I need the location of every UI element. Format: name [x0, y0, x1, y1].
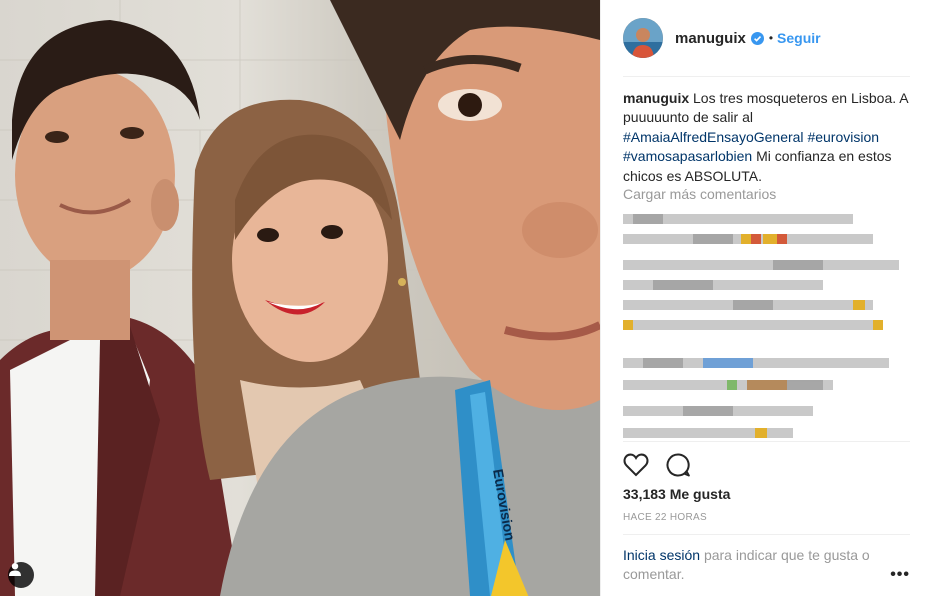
verified-badge-icon — [750, 31, 764, 45]
hashtag-link[interactable]: #AmaiaAlfredEnsayoGeneral — [623, 129, 804, 145]
like-button[interactable] — [623, 452, 649, 478]
avatar[interactable] — [623, 18, 663, 58]
comment-button[interactable] — [665, 452, 691, 478]
selfie-illustration: Eurovision — [0, 0, 600, 596]
instagram-post: Eurovision manuguix • Seguir manuguix Lo… — [0, 0, 932, 596]
post-photo[interactable]: Eurovision — [0, 0, 600, 596]
blurred-comments-image — [623, 214, 899, 438]
post-sidebar: manuguix • Seguir manuguix Los tres mosq… — [600, 0, 932, 596]
heart-icon — [623, 453, 649, 477]
follow-button[interactable]: Seguir — [777, 30, 821, 46]
hashtag-link[interactable]: #eurovision — [807, 129, 879, 145]
post-header: manuguix • Seguir — [623, 0, 910, 77]
comment-bubble-icon — [666, 453, 690, 477]
avatar-image — [623, 18, 663, 58]
likes-count[interactable]: 33,183 Me gusta — [623, 486, 730, 502]
login-prompt: Inicia sesión para indicar que te gusta … — [623, 546, 892, 584]
section-divider — [623, 441, 910, 442]
login-link[interactable]: Inicia sesión — [623, 547, 700, 563]
header-separator: • — [768, 31, 774, 45]
user-tag-icon — [9, 563, 21, 576]
more-options-icon[interactable]: ••• — [890, 566, 910, 584]
post-username[interactable]: manuguix — [675, 30, 746, 47]
post-actions — [623, 452, 691, 478]
load-more-comments[interactable]: Cargar más comentarios — [623, 186, 776, 202]
user-tag-button[interactable] — [8, 562, 34, 588]
pixelated-comments — [623, 210, 909, 438]
section-divider — [623, 534, 910, 535]
hashtag-link[interactable]: #vamosapasarlobien — [623, 148, 752, 164]
caption-username[interactable]: manuguix — [623, 90, 689, 106]
post-caption: manuguix Los tres mosqueteros en Lisboa.… — [623, 89, 912, 186]
post-timestamp: HACE 22 HORAS — [623, 512, 707, 523]
